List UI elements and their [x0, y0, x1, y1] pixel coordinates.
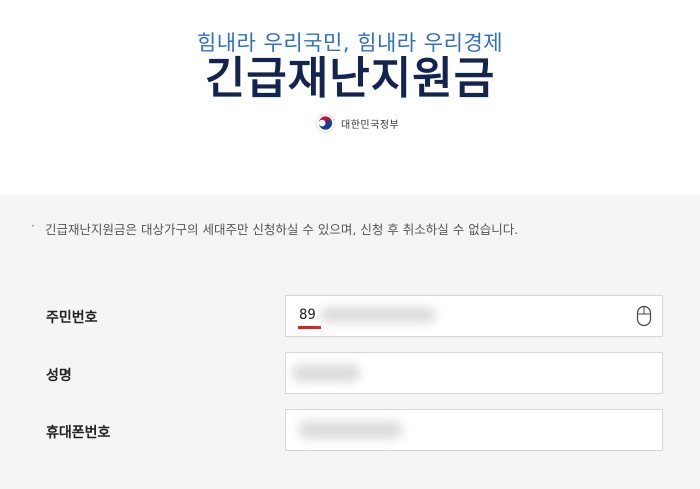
notice: · 긴급재난지원금은 대상가구의 세대주만 신청하실 수 있으며, 신청 후 취… [31, 218, 519, 238]
name-field[interactable] [285, 352, 663, 394]
taegeuk-emblem-icon [316, 113, 335, 133]
resident-number-field[interactable]: 89 [285, 295, 663, 337]
masked-value [298, 421, 402, 439]
highlight-underline [298, 326, 321, 329]
government-name: 대한민국정부 [341, 119, 400, 131]
notice-text: 긴급재난지원금은 대상가구의 세대주만 신청하실 수 있으며, 신청 후 취소하… [45, 222, 519, 237]
resident-number-label: 주민번호 [46, 310, 98, 326]
masked-value [292, 364, 360, 382]
header: 힘내라 우리국민, 힘내라 우리경제 긴급재난지원금 대한민국정부 [0, 0, 700, 195]
notice-bullet: · [31, 218, 35, 233]
resident-number-value: 89 [299, 307, 316, 323]
mouse-icon[interactable] [636, 305, 652, 327]
name-label: 성명 [46, 368, 72, 384]
government-logo: 대한민국정부 [316, 112, 399, 134]
phone-label: 휴대폰번호 [46, 425, 111, 441]
masked-value [320, 307, 436, 323]
page-title: 긴급재난지원금 [204, 53, 496, 104]
phone-field[interactable] [285, 409, 663, 451]
